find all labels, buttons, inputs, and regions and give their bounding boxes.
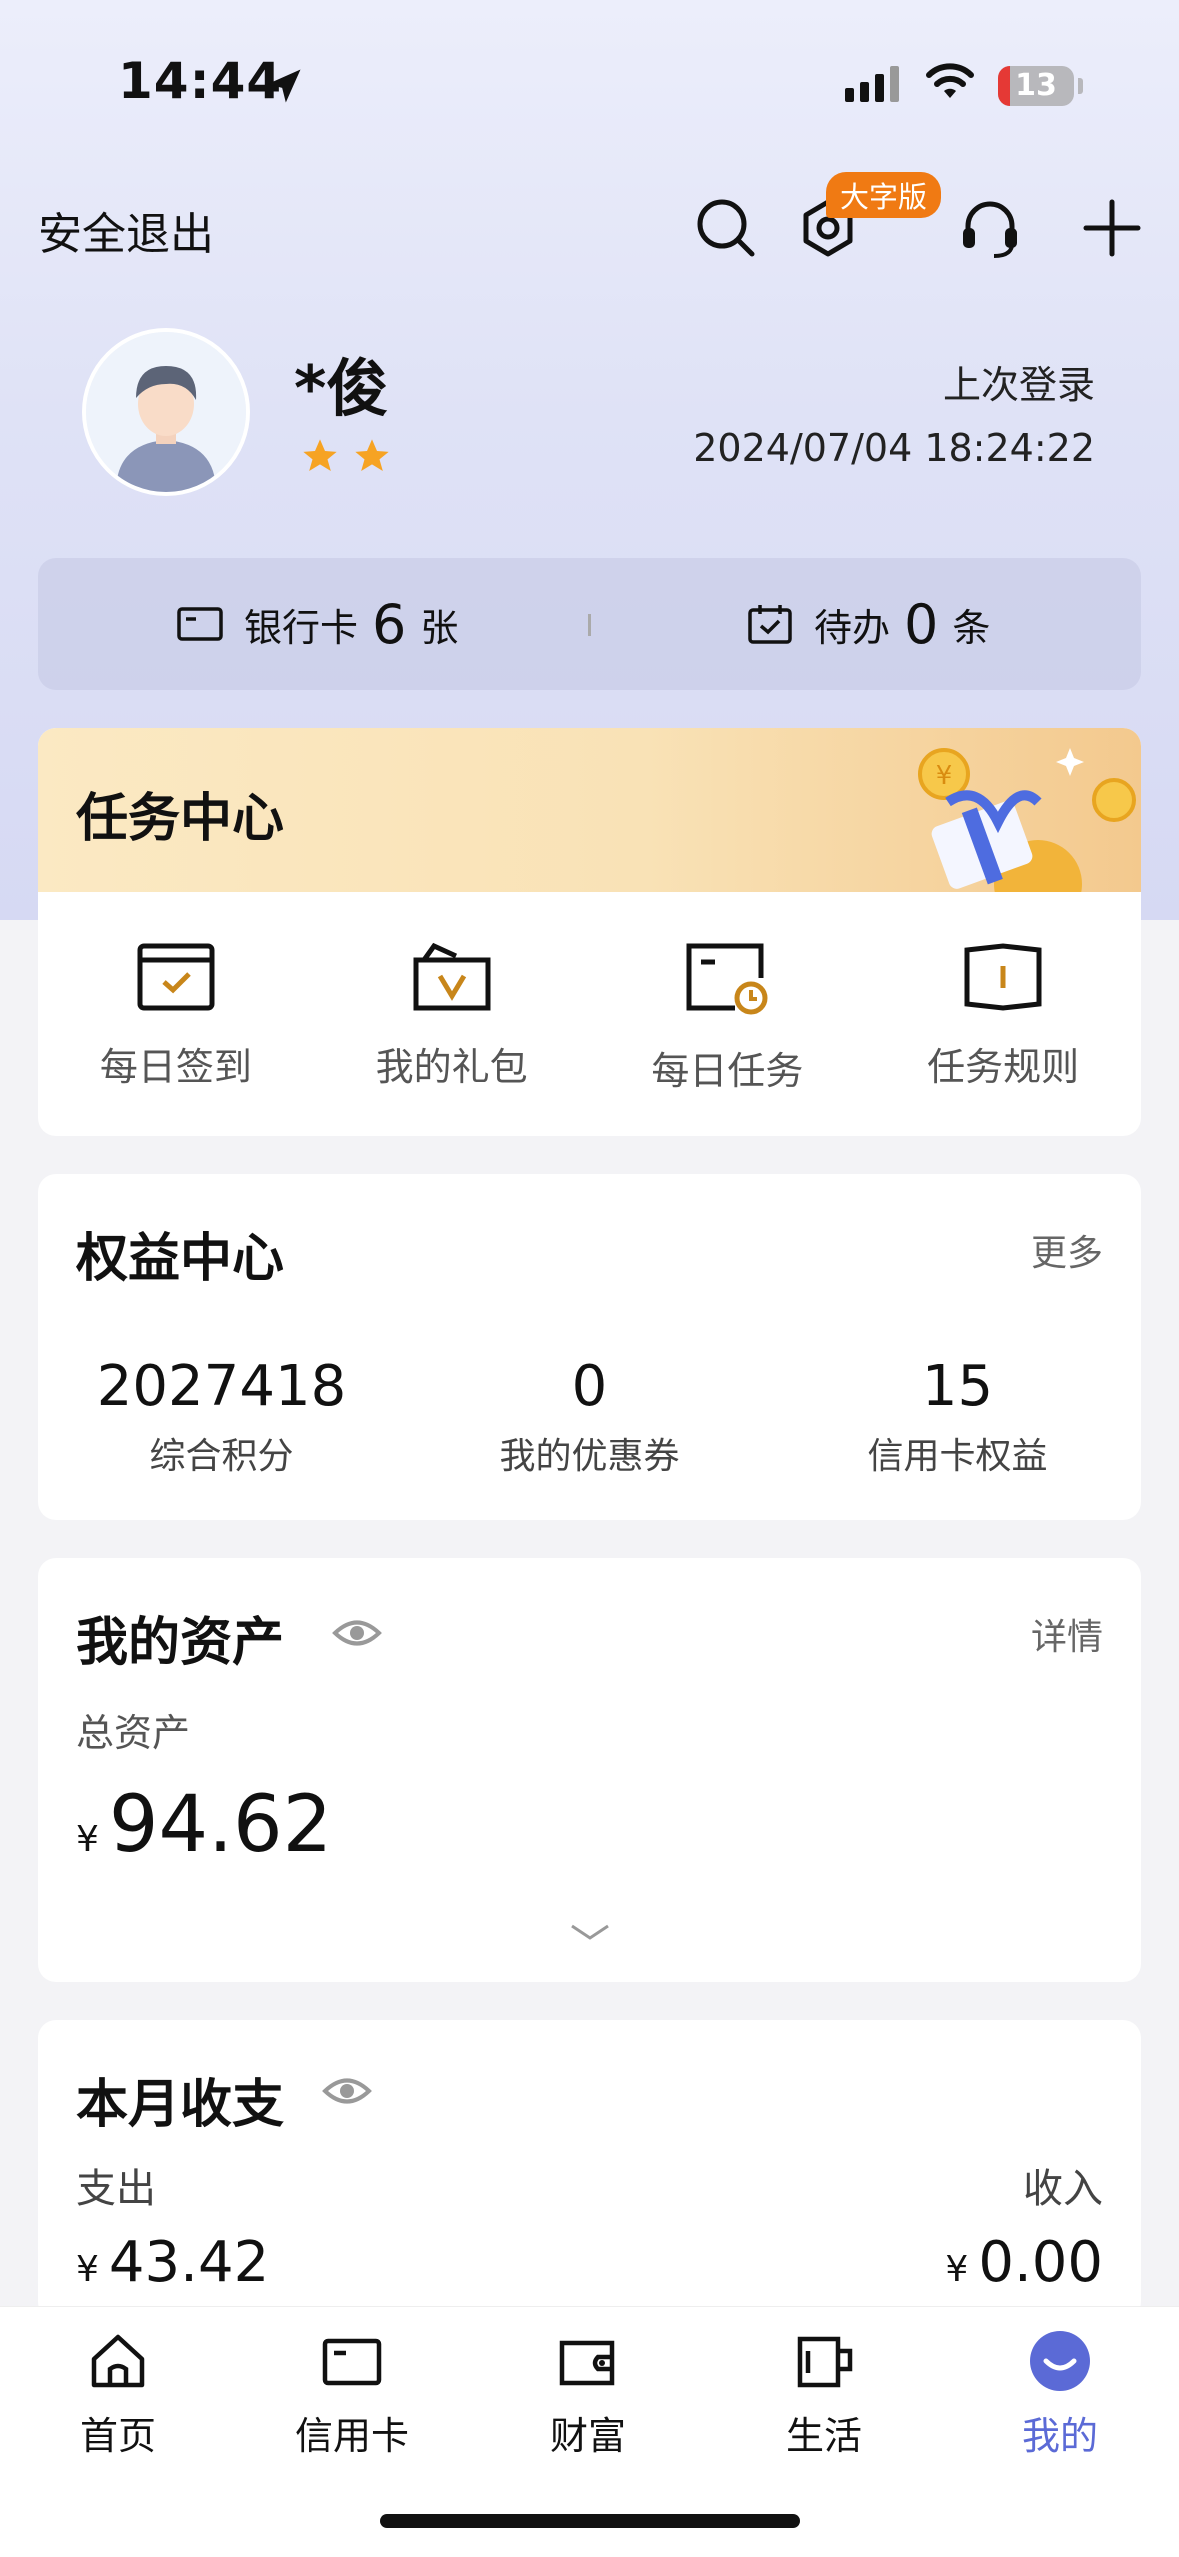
income-amount: 0.00 <box>978 2230 1103 2295</box>
user-name: *俊 <box>294 352 389 425</box>
task-center-banner[interactable]: 任务中心 ¥ <box>38 728 1141 892</box>
tab-wealth[interactable]: 财富 <box>498 2329 678 2460</box>
calendar-check-icon <box>748 605 792 644</box>
gift-pack-icon <box>413 942 491 1011</box>
monthly-title: 本月收支 <box>76 2075 285 2135</box>
rules-book-icon <box>964 943 1042 1011</box>
tab-credit-card[interactable]: 信用卡 <box>262 2329 442 2460</box>
status-time: 14:44 <box>118 52 283 110</box>
income-label: 收入 <box>1023 2166 1103 2212</box>
expense-label: 支出 <box>76 2166 156 2212</box>
large-font-badge[interactable]: 大字版 <box>826 172 942 218</box>
task-center-card: 任务中心 ¥ 每日签到 我的礼包 每日任务 任务规则 <box>38 728 1141 1136</box>
svg-text:¥: ¥ <box>936 761 953 791</box>
credit-card-icon <box>322 2338 382 2386</box>
monthly-balance-card: 本月收支 支出 收入 ¥43.42 ¥0.00 <box>38 2020 1141 2320</box>
income-value: ¥0.00 <box>945 2230 1103 2295</box>
todo-count: 0 <box>904 592 939 656</box>
total-assets-label: 总资产 <box>76 1711 191 1755</box>
points-stat[interactable]: 2027418 综合积分 <box>38 1354 405 1479</box>
stat-label: 我的优惠券 <box>499 1436 680 1477</box>
battery-cap <box>1078 78 1083 94</box>
tab-life[interactable]: 生活 <box>734 2329 914 2460</box>
currency-symbol: ¥ <box>76 1819 99 1860</box>
battery-indicator: 13 <box>998 66 1074 106</box>
rights-center-title: 权益中心 <box>76 1229 285 1289</box>
rights-more-link[interactable]: 更多 <box>1031 1224 1103 1276</box>
gift-coins-illustration: ¥ <box>918 748 1136 892</box>
expense-value: ¥43.42 <box>76 2230 269 2295</box>
stat-label: 信用卡权益 <box>867 1436 1048 1477</box>
daily-task-icon <box>686 943 768 1015</box>
home-icon <box>91 2334 145 2388</box>
member-stars <box>300 436 392 476</box>
task-item-gift-pack[interactable]: 我的礼包 <box>314 892 590 1136</box>
task-item-checkin[interactable]: 每日签到 <box>38 892 314 1136</box>
logout-button[interactable]: 安全退出 <box>38 198 214 262</box>
coupons-stat[interactable]: 0 我的优惠券 <box>406 1354 773 1479</box>
stat-label: 综合积分 <box>149 1436 294 1477</box>
tab-label: 我的 <box>1021 2414 1098 2458</box>
tab-mine[interactable]: 我的 <box>970 2329 1150 2460</box>
tab-label: 信用卡 <box>294 2414 409 2458</box>
tab-label: 财富 <box>549 2414 626 2458</box>
tab-label: 生活 <box>785 2414 862 2458</box>
location-arrow-icon <box>267 69 301 103</box>
checkin-icon <box>137 943 215 1011</box>
my-assets-card: 我的资产 详情 总资产 ¥94.62 <box>38 1558 1141 1982</box>
divider <box>588 614 591 636</box>
task-item-rules[interactable]: 任务规则 <box>865 892 1141 1136</box>
star-icon <box>355 439 389 471</box>
headset-icon[interactable] <box>950 188 1030 268</box>
cup-icon <box>797 2336 853 2388</box>
todo-unit: 条 <box>952 605 991 650</box>
avatar-illustration <box>86 332 246 492</box>
search-icon[interactable] <box>686 188 766 268</box>
expense-amount: 43.42 <box>108 2230 270 2295</box>
assets-detail-link[interactable]: 详情 <box>1031 1608 1103 1660</box>
wallet-icon <box>559 2340 615 2386</box>
bank-card-summary[interactable]: 银行卡 6 张 <box>176 558 458 690</box>
card-rights-stat[interactable]: 15 信用卡权益 <box>774 1354 1141 1479</box>
profile-icon <box>1030 2331 1090 2391</box>
tab-label: 首页 <box>79 2414 156 2458</box>
avatar[interactable] <box>82 328 250 496</box>
wifi-icon <box>926 63 974 98</box>
total-assets-value: ¥94.62 <box>76 1780 332 1870</box>
bank-card-unit: 张 <box>420 605 459 650</box>
task-item-label: 每日任务 <box>651 1049 804 1093</box>
chevron-down-icon[interactable] <box>568 1920 612 1944</box>
cellular-signal-icon <box>845 66 899 102</box>
currency-symbol: ¥ <box>76 2249 99 2290</box>
stat-value: 15 <box>921 1354 994 1419</box>
todo-label: 待办 <box>814 605 891 650</box>
stat-value: 0 <box>571 1354 608 1419</box>
tab-home[interactable]: 首页 <box>28 2329 208 2460</box>
last-login-label: 上次登录 <box>942 363 1095 407</box>
eye-icon[interactable] <box>332 1616 382 1650</box>
todo-summary[interactable]: 待办 0 条 <box>746 558 990 690</box>
bank-card-count: 6 <box>372 592 407 656</box>
rights-center-card: 权益中心 更多 2027418 综合积分 0 我的优惠券 15 信用卡权益 <box>38 1174 1141 1520</box>
task-items: 每日签到 我的礼包 每日任务 任务规则 <box>38 892 1141 1136</box>
home-indicator <box>380 2514 800 2528</box>
task-item-label: 每日签到 <box>99 1045 252 1089</box>
total-assets-amount: 94.62 <box>108 1780 333 1870</box>
add-icon[interactable] <box>1072 188 1152 268</box>
task-item-label: 我的礼包 <box>375 1045 528 1089</box>
task-item-label: 任务规则 <box>927 1045 1080 1089</box>
battery-level: 13 <box>1015 68 1057 103</box>
currency-symbol: ¥ <box>945 2249 969 2290</box>
last-login-time: 2024/07/04 18:24:22 <box>693 426 1095 470</box>
account-summary-bar: 银行卡 6 张 待办 0 条 <box>38 558 1141 690</box>
bank-card-icon <box>177 607 223 641</box>
star-icon <box>303 439 337 471</box>
stat-value: 2027418 <box>96 1354 347 1419</box>
assets-title: 我的资产 <box>76 1613 285 1673</box>
task-center-title: 任务中心 <box>76 789 285 849</box>
eye-icon[interactable] <box>322 2074 372 2108</box>
bank-card-label: 银行卡 <box>244 605 359 650</box>
task-item-daily-task[interactable]: 每日任务 <box>590 892 866 1136</box>
